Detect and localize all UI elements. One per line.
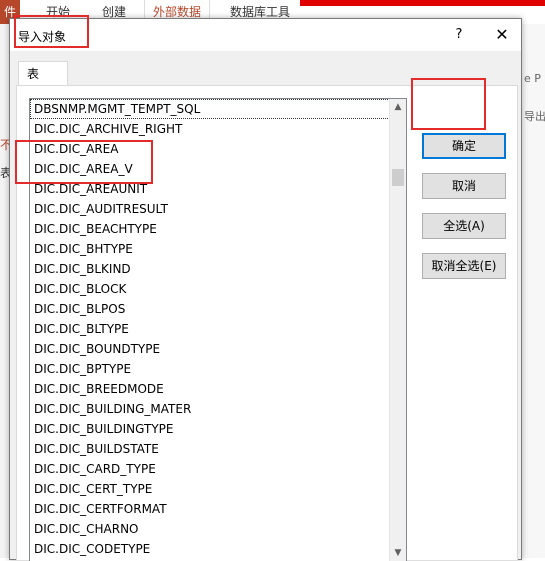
cancel-button[interactable]: 取消 [422,173,506,199]
list-item[interactable]: DIC.DIC_BEACHTYPE [30,219,390,239]
list-item[interactable]: DIC.DIC_AREA_V [30,159,390,179]
list-item[interactable]: DIC.DIC_BUILDINGTYPE [30,419,390,439]
list-item[interactable]: DIC.DIC_BPTYPE [30,359,390,379]
tab-panel: DBSNMP.MGMT_TEMPT_SQL DIC.DIC_ARCHIVE_RIG… [16,85,518,561]
dialog-titlebar[interactable]: 导入对象 ? ✕ [10,15,521,51]
import-objects-dialog: 导入对象 ? ✕ 表 DBSNMP.MGMT_TEMPT_SQL DIC.DIC_… [9,15,522,561]
list-item[interactable]: DIC.DIC_CERTFORMAT [30,499,390,519]
list-item[interactable]: DIC.DIC_CERT_TYPE [30,479,390,499]
help-button[interactable]: ? [448,25,470,45]
ok-button[interactable]: 确定 [422,133,506,159]
list-item[interactable]: DIC.DIC_AREAUNIT [30,179,390,199]
background-text: e P [524,72,541,85]
listbox-scrollbar[interactable]: ▲ ▼ [389,99,406,561]
dialog-body: 表 DBSNMP.MGMT_TEMPT_SQL DIC.DIC_ARCHIVE_R… [10,51,521,561]
list-item[interactable]: DIC.DIC_BLTYPE [30,319,390,339]
dialog-title: 导入对象 [18,30,67,44]
list-item[interactable]: DIC.DIC_BUILDSTATE [30,439,390,459]
list-item[interactable]: DIC.DIC_BREEDMODE [30,379,390,399]
list-item[interactable]: DIC.DIC_BLKIND [30,259,390,279]
scroll-down-icon[interactable]: ▼ [390,545,406,561]
tab-tables[interactable]: 表 [18,61,68,85]
list-item[interactable]: DIC.DIC_BLOCK [30,279,390,299]
list-item[interactable]: DBSNMP.MGMT_TEMPT_SQL [30,99,390,119]
list-item[interactable]: DIC.DIC_ARCHIVE_RIGHT [30,119,390,139]
scroll-up-icon[interactable]: ▲ [390,99,406,115]
background-right-strip: e P 导出 [520,24,545,558]
select-all-button[interactable]: 全选(A) [422,213,506,239]
list-item[interactable]: DIC.DIC_BOUNDTYPE [30,339,390,359]
list-item[interactable]: DIC.DIC_BLPOS [30,299,390,319]
list-item[interactable]: DIC.DIC_AREA [30,139,390,159]
close-button[interactable]: ✕ [490,25,514,45]
list-item[interactable]: DIC.DIC_CHARNO [30,519,390,539]
scroll-thumb[interactable] [392,169,404,186]
red-highlight-bar [300,0,545,6]
list-item[interactable]: DIC.DIC_BHTYPE [30,239,390,259]
list-item[interactable]: DIC.DIC_CODETYPE [30,539,390,559]
export-label: 导出 [524,110,545,123]
listbox-items: DBSNMP.MGMT_TEMPT_SQL DIC.DIC_ARCHIVE_RIG… [30,99,390,559]
list-item[interactable]: DIC.DIC_CARD_TYPE [30,459,390,479]
list-item[interactable]: DIC.DIC_BUILDING_MATER [30,399,390,419]
table-listbox[interactable]: DBSNMP.MGMT_TEMPT_SQL DIC.DIC_ARCHIVE_RIG… [29,98,407,561]
list-item[interactable]: DIC.DIC_AUDITRESULT [30,199,390,219]
deselect-all-button[interactable]: 取消全选(E) [422,253,506,279]
